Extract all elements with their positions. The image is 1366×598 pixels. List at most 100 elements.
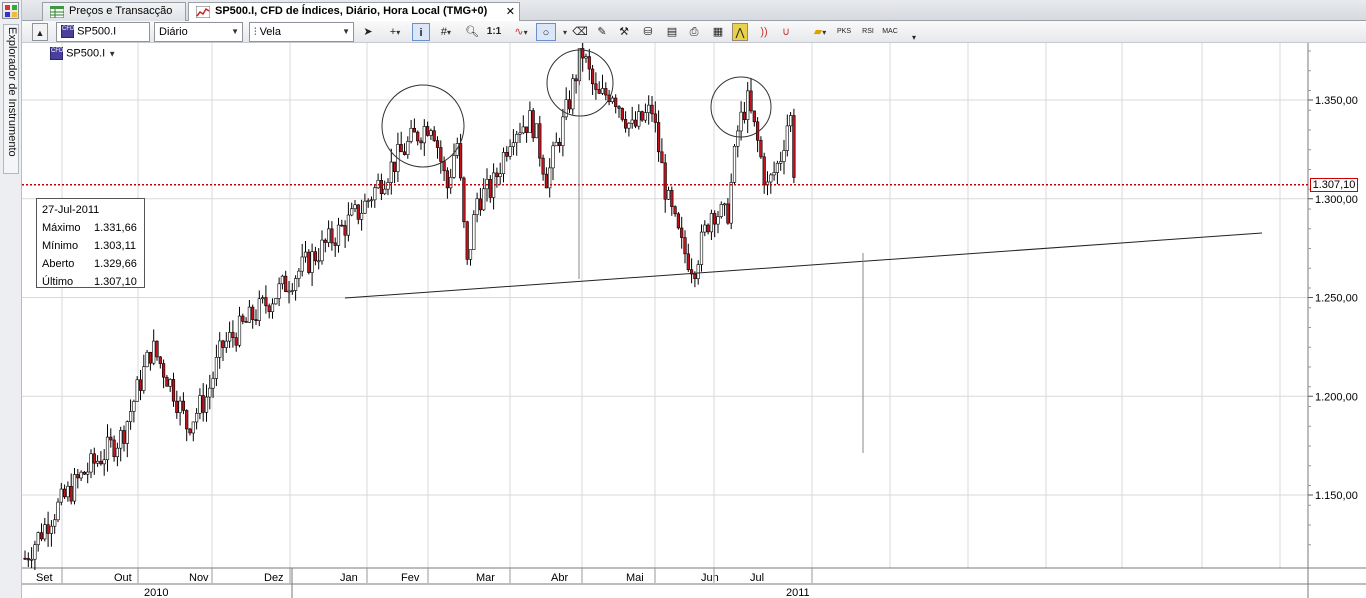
candle-bullish xyxy=(782,150,786,162)
instrument-explorer-strip: Explorador de Instrumento xyxy=(0,0,22,598)
signal-icon[interactable]: )) xyxy=(756,23,772,41)
chart-type-dropdown[interactable]: ⫶ Vela ▼ xyxy=(249,22,354,42)
candle-bullish xyxy=(475,198,479,215)
candle-bearish xyxy=(82,471,86,475)
info-row-low: Mínimo 1.303,11 xyxy=(42,237,139,255)
candle-bullish xyxy=(303,251,308,258)
crosshair-tool-icon[interactable]: +▾ xyxy=(382,23,408,41)
indicator-mac-button[interactable]: MAC xyxy=(882,23,898,41)
candle-bullish xyxy=(722,203,727,206)
magnet-icon[interactable]: ∪ xyxy=(778,23,794,41)
candle-bearish xyxy=(686,253,690,270)
tab-prices-and-trading[interactable]: Preços e Transacção xyxy=(42,2,186,21)
ohlc-info-box: 27-Jul-2011 Máximo 1.331,66 Mínimo 1.303,1… xyxy=(36,198,145,288)
close-tab-icon[interactable]: ✕ xyxy=(506,5,515,18)
pointer-tool-icon[interactable]: ➤ xyxy=(360,23,376,41)
candle-bullish xyxy=(498,173,502,178)
instrument-selector[interactable]: CFD SP500.I xyxy=(56,22,150,42)
candle-bullish xyxy=(142,366,146,391)
info-value: 1.303,11 xyxy=(94,240,137,252)
chart-type-value: Vela xyxy=(259,26,281,38)
candle-bearish xyxy=(313,251,318,262)
candle-bearish xyxy=(762,156,766,186)
chart-instrument-dropdown[interactable]: CFD SP500.I ▼ xyxy=(50,47,116,60)
period-dropdown[interactable]: Diário ▼ xyxy=(154,22,243,42)
export-icon[interactable]: ▦ xyxy=(710,23,726,41)
price-chart[interactable]: 1.350,00 1.300,00 1.250,00 1.200,00 1.150,00… xyxy=(22,43,1366,598)
candle-bullish xyxy=(610,97,614,103)
info-tool-icon[interactable]: i xyxy=(412,23,430,41)
folder-icon[interactable]: ▰▾ xyxy=(808,23,832,41)
instrument-selector-value: SP500.I xyxy=(77,25,117,38)
candle-bullish xyxy=(528,110,532,133)
ellipse-tool-icon[interactable]: ○ xyxy=(536,23,556,41)
candle-bullish xyxy=(274,298,278,305)
candle-bullish xyxy=(561,116,565,146)
chevron-down-icon[interactable]: ▾ xyxy=(557,23,573,41)
tab-sp500-chart[interactable]: SP500.I, CFD de Índices, Diário, Hora Lo… xyxy=(188,2,520,22)
candle-bullish xyxy=(564,99,568,118)
candle-bullish xyxy=(346,214,351,236)
left-shoulder-circle xyxy=(381,84,465,168)
candle-bullish xyxy=(198,395,202,414)
candle-bullish xyxy=(102,459,106,465)
candle-bearish xyxy=(416,131,420,142)
candle-bullish xyxy=(228,332,232,342)
candle-bearish xyxy=(660,151,664,164)
candle-bearish xyxy=(574,78,578,82)
month-label: Out xyxy=(114,572,132,584)
candle-bearish xyxy=(590,68,595,85)
candle-bearish xyxy=(392,161,397,172)
candle-bearish xyxy=(458,143,463,179)
zoom-icon[interactable]: 🔍︎ xyxy=(464,23,480,41)
chart-canvas[interactable]: 1.350,00 1.300,00 1.250,00 1.200,00 1.150,00… xyxy=(22,43,1366,598)
candle-bullish xyxy=(373,187,377,201)
candle-bearish xyxy=(524,126,529,133)
collapse-up-button[interactable]: ▲ xyxy=(32,23,48,41)
candle-bullish xyxy=(772,172,776,176)
instrument-explorer-tab[interactable]: Explorador de Instrumento xyxy=(3,24,19,174)
candle-bearish xyxy=(112,439,116,458)
candle-bullish xyxy=(105,436,110,460)
explorer-grid-icon[interactable] xyxy=(2,2,19,19)
candle-bullish xyxy=(775,163,779,173)
print-icon[interactable]: ⎙ xyxy=(686,23,702,41)
info-row-last: Último 1.307,10 xyxy=(42,273,139,291)
fibonacci-icon[interactable]: ⛁ xyxy=(640,23,656,41)
month-label: Mai xyxy=(626,572,644,584)
candle-bearish xyxy=(676,213,680,229)
candle-bearish xyxy=(158,356,162,364)
candle-bearish xyxy=(759,139,763,158)
candle-bullish xyxy=(746,90,750,120)
candle-bearish xyxy=(165,376,169,387)
candle-bearish xyxy=(604,88,608,96)
candle-bearish xyxy=(244,321,248,323)
candle-bearish xyxy=(343,225,347,236)
indicator-rsi-button[interactable]: RSI xyxy=(860,23,876,41)
indicator-wave-icon[interactable]: ∿▾ xyxy=(508,23,534,41)
indicator-pks-button[interactable]: PKS xyxy=(836,23,852,41)
candle-bearish xyxy=(495,172,499,178)
candle-bullish xyxy=(326,228,331,243)
zoom-1to1-button[interactable]: 1:1 xyxy=(486,23,502,41)
candle-bearish xyxy=(792,115,796,178)
candle-bearish xyxy=(234,337,238,346)
candle-bearish xyxy=(640,111,644,121)
template-icon[interactable]: ▤ xyxy=(664,23,680,41)
pattern-icon[interactable]: ⋀ xyxy=(732,23,748,41)
magic-wand-icon[interactable]: ⚒ xyxy=(616,23,632,41)
candle-bearish xyxy=(653,113,657,123)
candle-bearish xyxy=(284,275,288,292)
pencil-icon[interactable]: ✎ xyxy=(594,23,610,41)
grid-icon[interactable]: #▾ xyxy=(434,23,458,41)
price-table-icon xyxy=(50,6,64,18)
chart-tab-icon xyxy=(196,6,210,18)
eraser-icon[interactable]: ⌫ xyxy=(572,23,588,41)
info-label: Mínimo xyxy=(42,240,79,252)
current-price-tag: 1.307,10 xyxy=(1310,178,1358,192)
chevron-down-icon: ▼ xyxy=(231,27,239,36)
candle-bearish xyxy=(713,213,717,225)
candle-bullish xyxy=(350,208,354,216)
candle-bearish xyxy=(26,558,30,561)
candle-bullish xyxy=(277,283,281,299)
